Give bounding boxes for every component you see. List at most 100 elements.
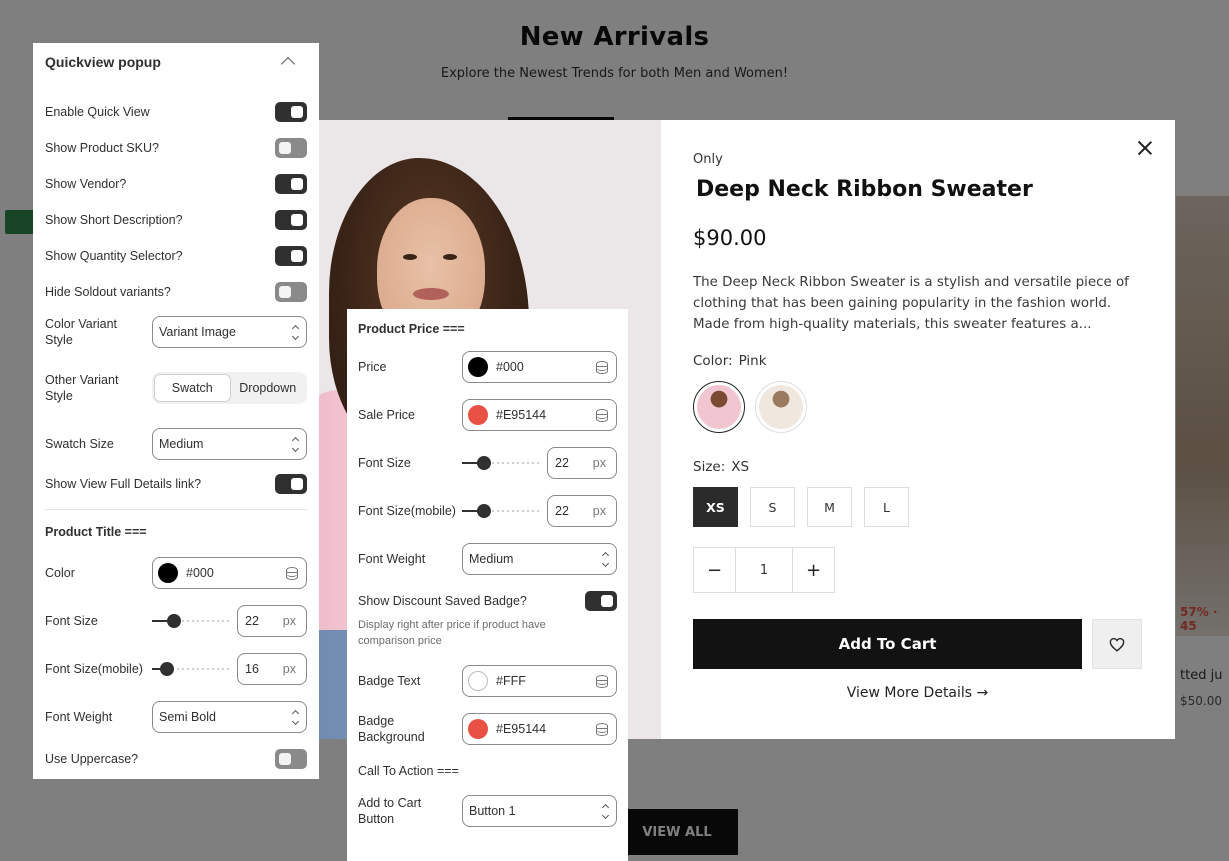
product-title: Deep Neck Ribbon Sweater [696,177,1033,202]
toggle-knob [601,595,613,607]
setting-enable-quick-view: Enable Quick View [45,102,307,122]
toggle-show-quantity-selector[interactable] [275,246,307,266]
panel-title: Quickview popup [45,54,161,70]
setting-label: Color [45,566,75,580]
font-size-mobile-input[interactable]: 16 px [237,653,307,685]
qty-minus-button[interactable]: − [694,548,735,592]
product-vendor: Only [693,152,723,167]
toggle-hide-soldout-variants[interactable] [275,282,307,302]
color-variant-style-select[interactable]: Variant Image [152,316,307,348]
database-icon[interactable] [596,408,608,422]
color-label: Color: [693,353,733,369]
setting-label: Add to Cart Button [358,796,422,826]
color-swatch-white[interactable] [755,381,807,433]
font-weight-select[interactable]: Semi Bold [152,701,307,733]
toggle-show-full-details[interactable] [275,474,307,494]
setting-price-font-weight: Font Weight Medium [358,543,617,575]
database-icon[interactable] [596,674,608,688]
setting-label: Sale Price [358,408,415,422]
number-value: 16 [245,662,259,676]
close-icon[interactable] [1135,138,1155,158]
chevron-updown-icon [291,324,300,340]
price-font-weight-select[interactable]: Medium [462,543,617,575]
toggle-show-sku[interactable] [275,138,307,158]
toggle-knob [279,753,291,765]
unit-label: px [282,662,296,676]
add-to-cart-button[interactable]: Add To Cart [693,619,1082,669]
badge-text-color-picker[interactable]: #FFF [462,665,617,697]
price-color-picker[interactable]: #000 [462,351,617,383]
toggle-knob [291,250,303,262]
select-value: Button 1 [469,804,516,818]
color-dot [468,405,488,425]
size-button-xs[interactable]: XS [693,487,738,527]
product-price-section: Product Price === [358,322,465,336]
setting-label: Font Weight [45,710,113,724]
add-to-cart-button-select[interactable]: Button 1 [462,795,617,827]
swatch-size-select[interactable]: Medium [152,428,307,460]
color-option-label: Color: Pink [693,353,1143,369]
size-button-m[interactable]: M [807,487,852,527]
font-size-slider[interactable] [152,611,229,631]
setting-label: Show Short Description? [45,213,183,227]
setting-show-sku: Show Product SKU? [45,138,307,158]
setting-label: Color Variant Style [45,317,118,347]
toggle-discount-badge[interactable] [585,591,617,611]
select-value: Medium [469,552,514,566]
panel-header[interactable]: Quickview popup [45,43,307,81]
toggle-use-uppercase[interactable] [275,749,307,769]
color-swatches [693,381,1143,433]
title-color-picker[interactable]: #000 [152,557,307,589]
setting-title-color: Color #000 [45,557,307,589]
toggle-enable-quick-view[interactable] [275,102,307,122]
select-value: Semi Bold [159,710,216,724]
setting-discount-badge: Show Discount Saved Badge? [358,591,617,611]
database-icon[interactable] [286,566,298,580]
segment-dropdown[interactable]: Dropdown [231,374,306,402]
setting-label: Show Product SKU? [45,141,159,155]
price-font-size-mobile-slider[interactable] [462,501,539,521]
qty-plus-button[interactable]: + [793,548,834,592]
color-dot [468,357,488,377]
quickview-settings-panel: Quickview popup Enable Quick View Show P… [33,43,319,779]
setting-label: Price [358,360,387,374]
price-font-size-mobile-input[interactable]: 22 px [547,495,617,527]
font-size-input[interactable]: 22 px [237,605,307,637]
setting-add-to-cart-button: Add to Cart Button Button 1 [358,795,617,827]
qty-input[interactable]: 1 [735,548,793,592]
color-dot [468,671,488,691]
setting-color-variant-style: Color Variant Style Variant Image [45,316,307,348]
setting-label: Swatch Size [45,437,114,451]
toggle-knob [291,106,303,118]
size-button-s[interactable]: S [750,487,795,527]
view-more-details-link[interactable]: View More Details → [693,685,1142,701]
toggle-show-short-description[interactable] [275,210,307,230]
setting-label: Use Uppercase? [45,752,139,766]
call-to-action-section: Call To Action === [358,764,459,778]
divider [45,509,307,510]
other-variant-style-segmented: Swatch Dropdown [152,372,307,404]
setting-show-quantity-selector: Show Quantity Selector? [45,246,307,266]
setting-label: Hide Soldout variants? [45,285,171,299]
size-button-l[interactable]: L [864,487,909,527]
database-icon[interactable] [596,722,608,736]
font-size-mobile-slider[interactable] [152,659,229,679]
sale-price-color-picker[interactable]: #E95144 [462,399,617,431]
setting-badge-text-color: Badge Text #FFF [358,665,617,697]
setting-label: Badge Background [358,714,425,744]
badge-background-color-picker[interactable]: #E95144 [462,713,617,745]
price-font-size-slider[interactable] [462,453,539,473]
toggle-show-vendor[interactable] [275,174,307,194]
toggle-knob [279,286,291,298]
chevron-up-icon[interactable] [280,56,296,72]
unit-label: px [282,614,296,628]
cart-actions: Add To Cart [693,619,1143,669]
size-option-label: Size: XS [693,459,1143,475]
price-font-size-input[interactable]: 22 px [547,447,617,479]
discount-badge-help: Display right after price if product hav… [358,619,546,647]
database-icon[interactable] [596,360,608,374]
wishlist-button[interactable] [1092,619,1142,669]
segment-swatch[interactable]: Swatch [154,374,231,402]
color-swatch-pink[interactable] [693,381,745,433]
color-value: Pink [738,353,767,369]
